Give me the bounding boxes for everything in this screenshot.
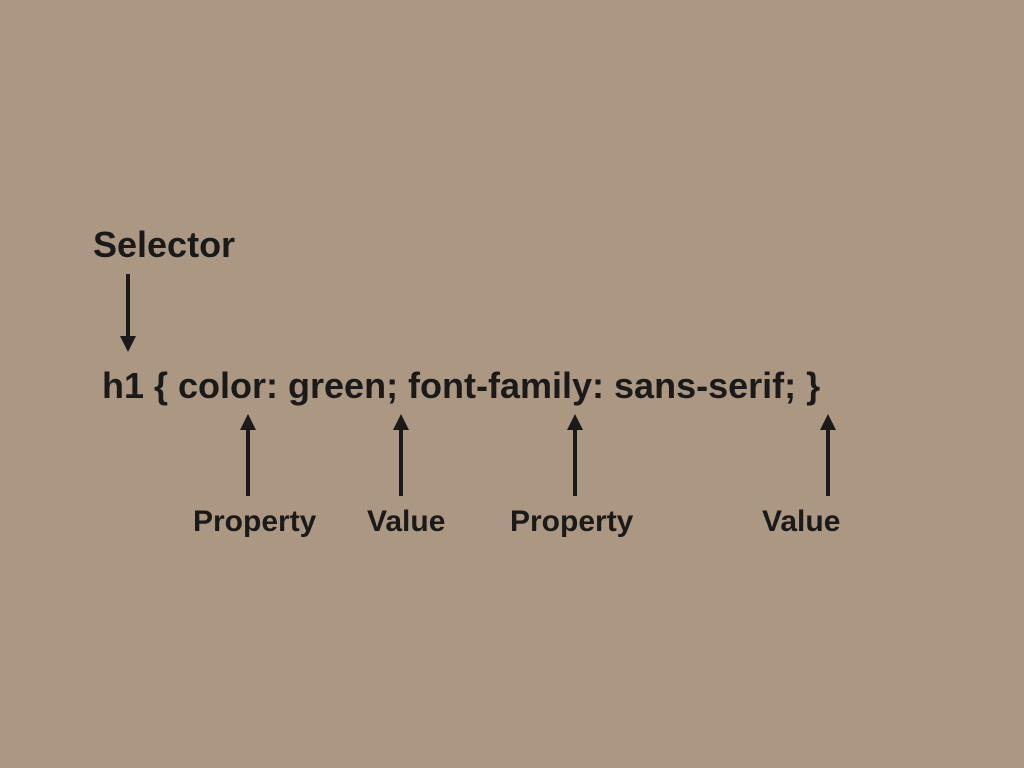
css-code-line: h1 { color: green; font-family: sans-ser… (102, 365, 820, 407)
value-label-2: Value (762, 505, 840, 539)
property-label-1: Property (193, 505, 316, 539)
arrow-up-icon (818, 414, 838, 496)
selector-label: Selector (93, 224, 235, 266)
arrow-up-icon (565, 414, 585, 496)
arrow-up-icon (391, 414, 411, 496)
css-rule-diagram: Selector h1 { color: green; font-family:… (0, 0, 1024, 768)
value-label-1: Value (367, 505, 445, 539)
property-label-2: Property (510, 505, 633, 539)
arrow-down-icon (118, 274, 138, 352)
arrow-up-icon (238, 414, 258, 496)
